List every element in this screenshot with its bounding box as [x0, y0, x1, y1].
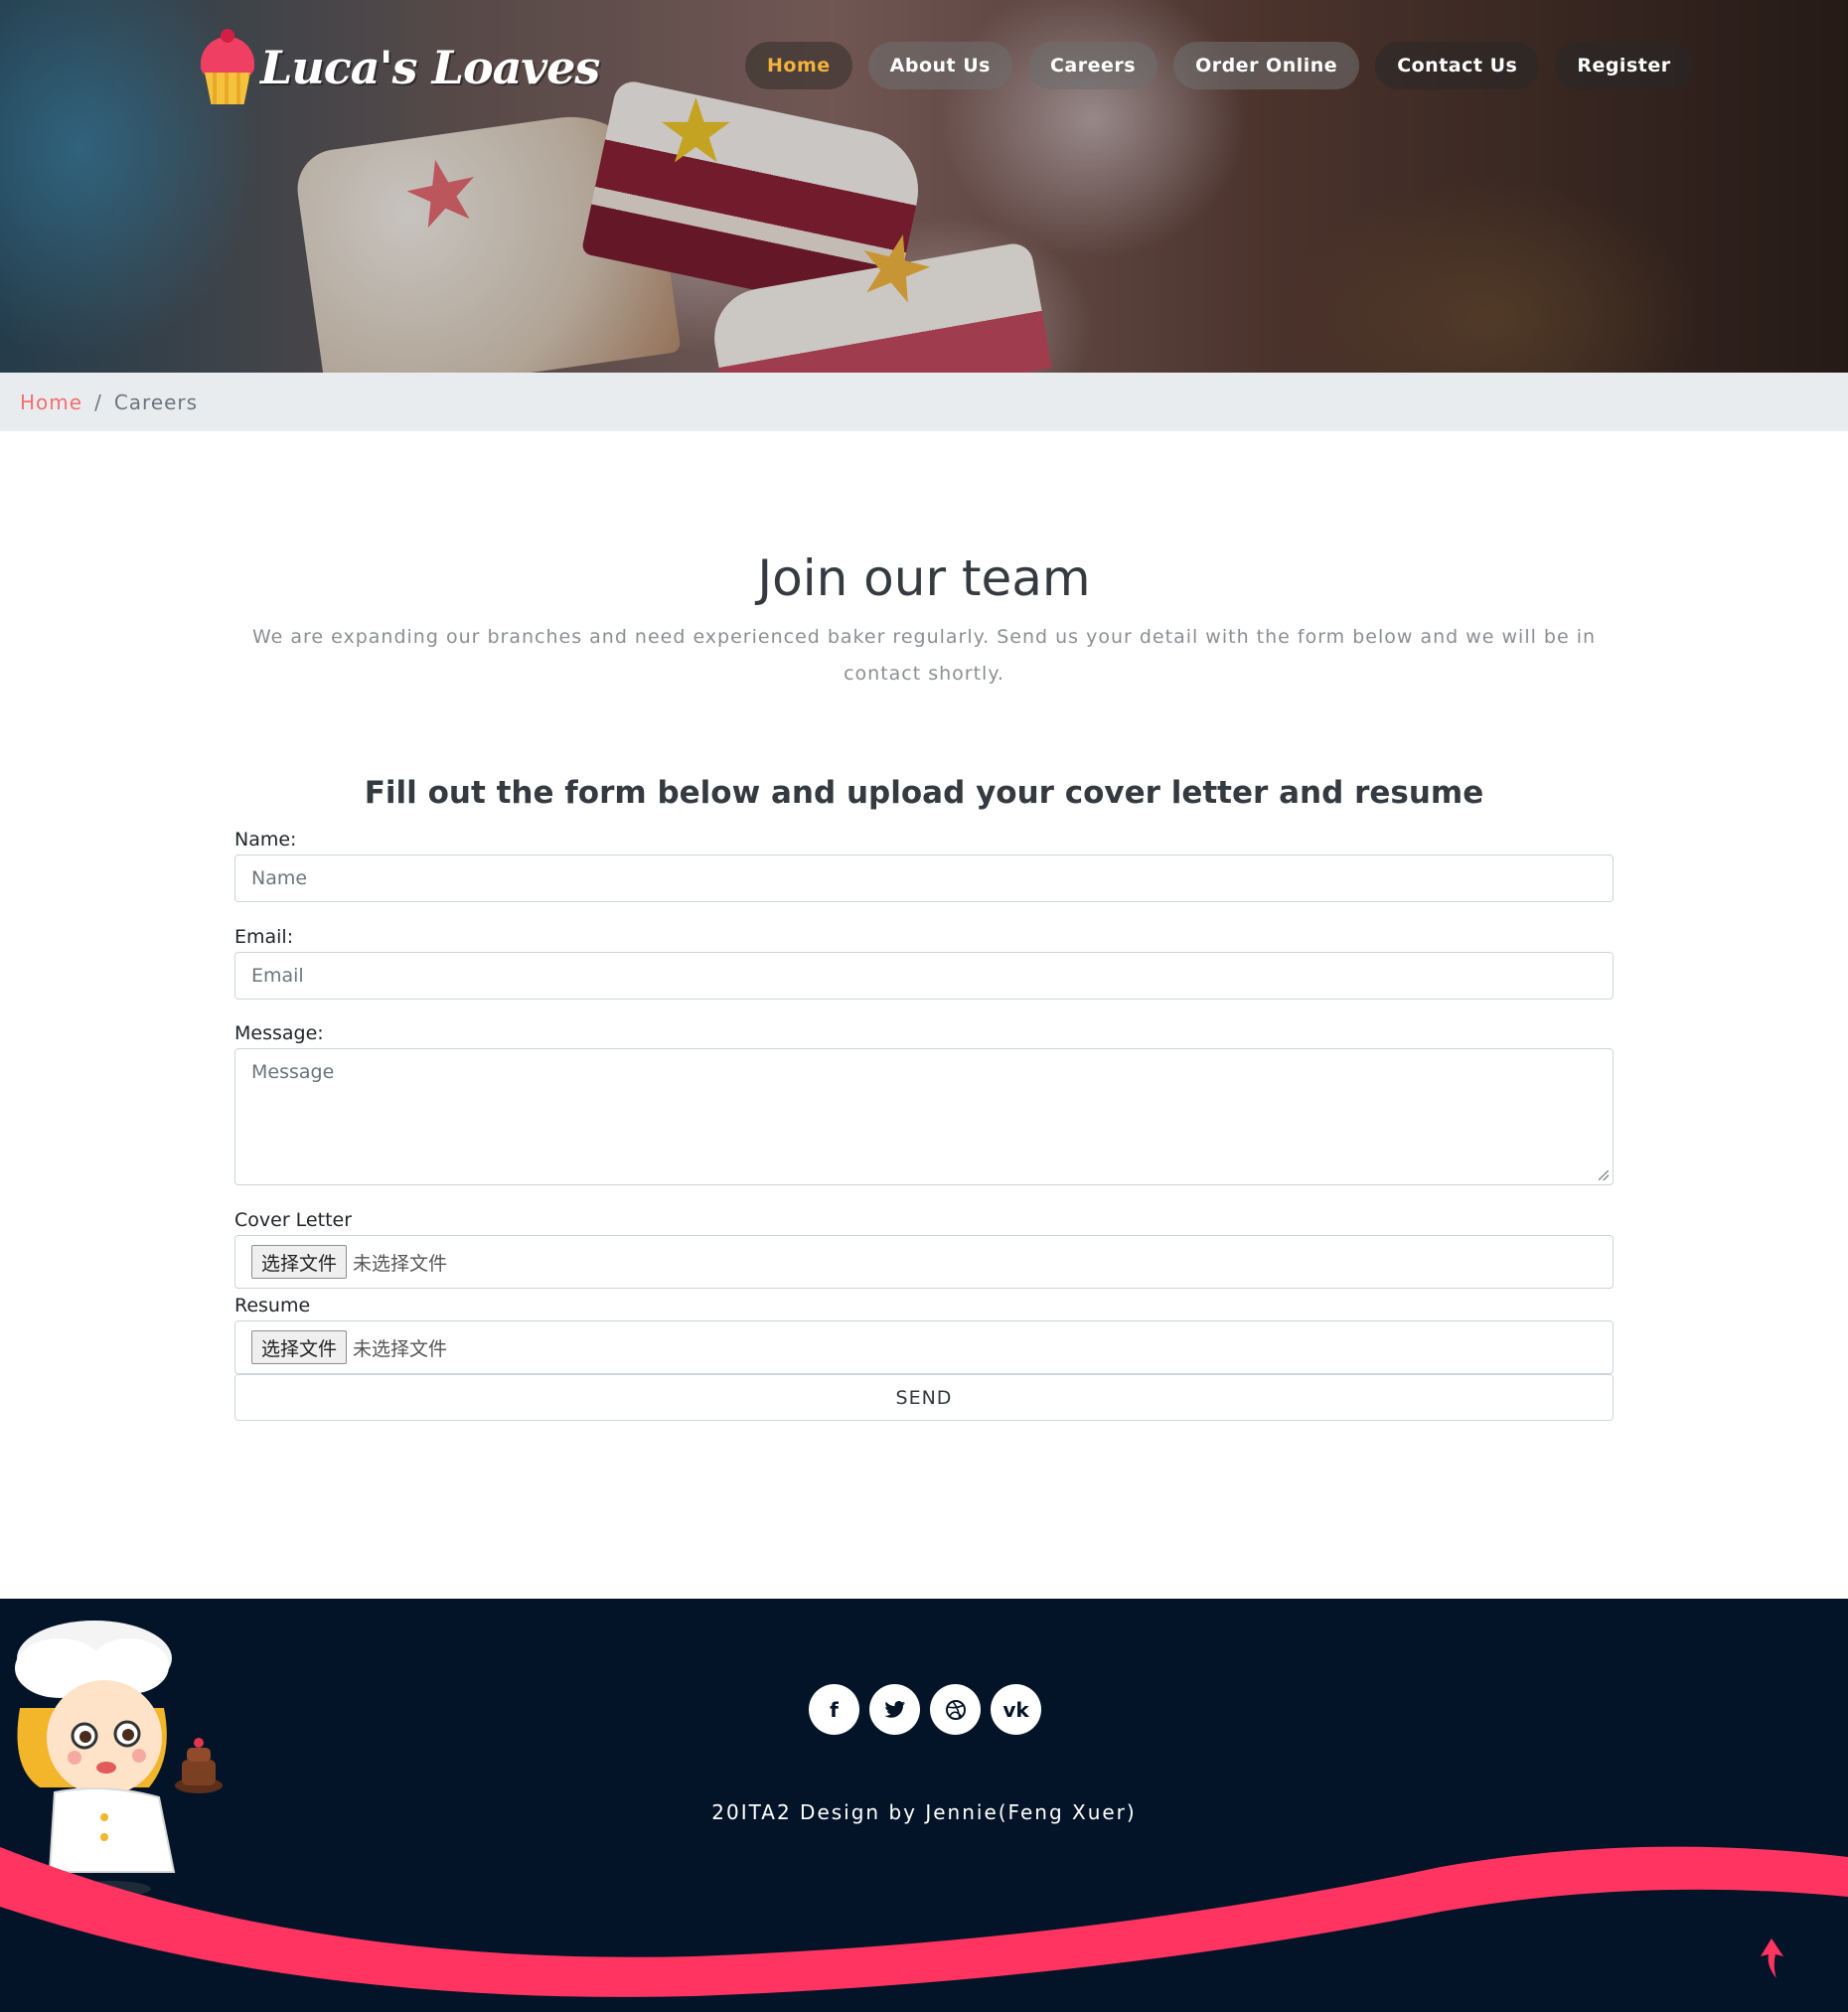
twitter-icon[interactable] — [869, 1684, 920, 1735]
footer: f vk 20ITA2 Design by Jennie(Feng Xuer) — [0, 1599, 1848, 2012]
name-placeholder: Name — [251, 867, 308, 889]
name-label: Name: — [234, 829, 297, 851]
cover-letter-file-input[interactable]: 选择文件 未选择文件 — [234, 1235, 1614, 1289]
resume-choose-button[interactable]: 选择文件 — [251, 1330, 348, 1364]
email-label: Email: — [234, 926, 294, 948]
nav-item-contact-us[interactable]: Contact Us — [1375, 42, 1540, 89]
cover-letter-file-status: 未选择文件 — [353, 1252, 448, 1275]
nav-item-about-us[interactable]: About Us — [867, 42, 1012, 89]
cover-letter-choose-button[interactable]: 选择文件 — [251, 1245, 348, 1279]
page-intro: We are expanding our branches and need e… — [251, 626, 1597, 685]
brand-logo[interactable]: Luca's Loaves — [197, 28, 600, 107]
breadcrumb-home-link[interactable]: Home — [20, 390, 82, 414]
facebook-icon[interactable]: f — [809, 1684, 859, 1735]
cover-letter-label: Cover Letter — [234, 1209, 353, 1231]
cupcake-icon — [197, 29, 258, 106]
page-title: Join our team — [757, 549, 1091, 607]
careers-form: Name: Name Email: Email Message: Message… — [234, 825, 1614, 1421]
hero-banner: ★ ★ ★ Luca's Loaves Home About Us Career… — [0, 0, 1848, 373]
resume-file-input[interactable]: 选择文件 未选择文件 — [234, 1320, 1614, 1374]
social-links: f vk — [809, 1684, 1041, 1735]
email-input[interactable]: Email — [234, 952, 1614, 1000]
breadcrumb: Home / Careers — [0, 373, 1848, 431]
message-placeholder: Message — [251, 1061, 335, 1083]
nav-item-home[interactable]: Home — [745, 42, 852, 89]
name-input[interactable]: Name — [234, 854, 1614, 902]
dribbble-ball-icon — [945, 1699, 966, 1720]
footer-wave-decoration — [0, 1846, 1848, 1997]
vk-icon[interactable]: vk — [991, 1684, 1041, 1735]
dribbble-icon[interactable] — [930, 1684, 981, 1735]
breadcrumb-current: Careers — [113, 389, 199, 414]
main-nav: Home About Us Careers Order Online Conta… — [745, 42, 1693, 89]
resume-file-status: 未选择文件 — [353, 1337, 448, 1360]
brand-name: Luca's Loaves — [260, 41, 600, 94]
nav-item-order-online[interactable]: Order Online — [1173, 42, 1360, 89]
nav-item-register[interactable]: Register — [1555, 42, 1693, 89]
back-to-top-arrow-icon[interactable] — [1757, 1936, 1786, 1980]
message-textarea[interactable]: Message — [234, 1048, 1614, 1185]
email-placeholder: Email — [251, 965, 304, 987]
resize-handle-icon[interactable] — [1599, 1170, 1609, 1180]
nav-item-careers[interactable]: Careers — [1027, 42, 1158, 89]
message-label: Message: — [234, 1022, 324, 1044]
send-button[interactable]: SEND — [234, 1374, 1614, 1421]
breadcrumb-separator: / — [94, 389, 102, 414]
form-heading: Fill out the form below and upload your … — [364, 775, 1484, 811]
resume-label: Resume — [234, 1295, 311, 1316]
twitter-bird-icon — [883, 1700, 905, 1718]
